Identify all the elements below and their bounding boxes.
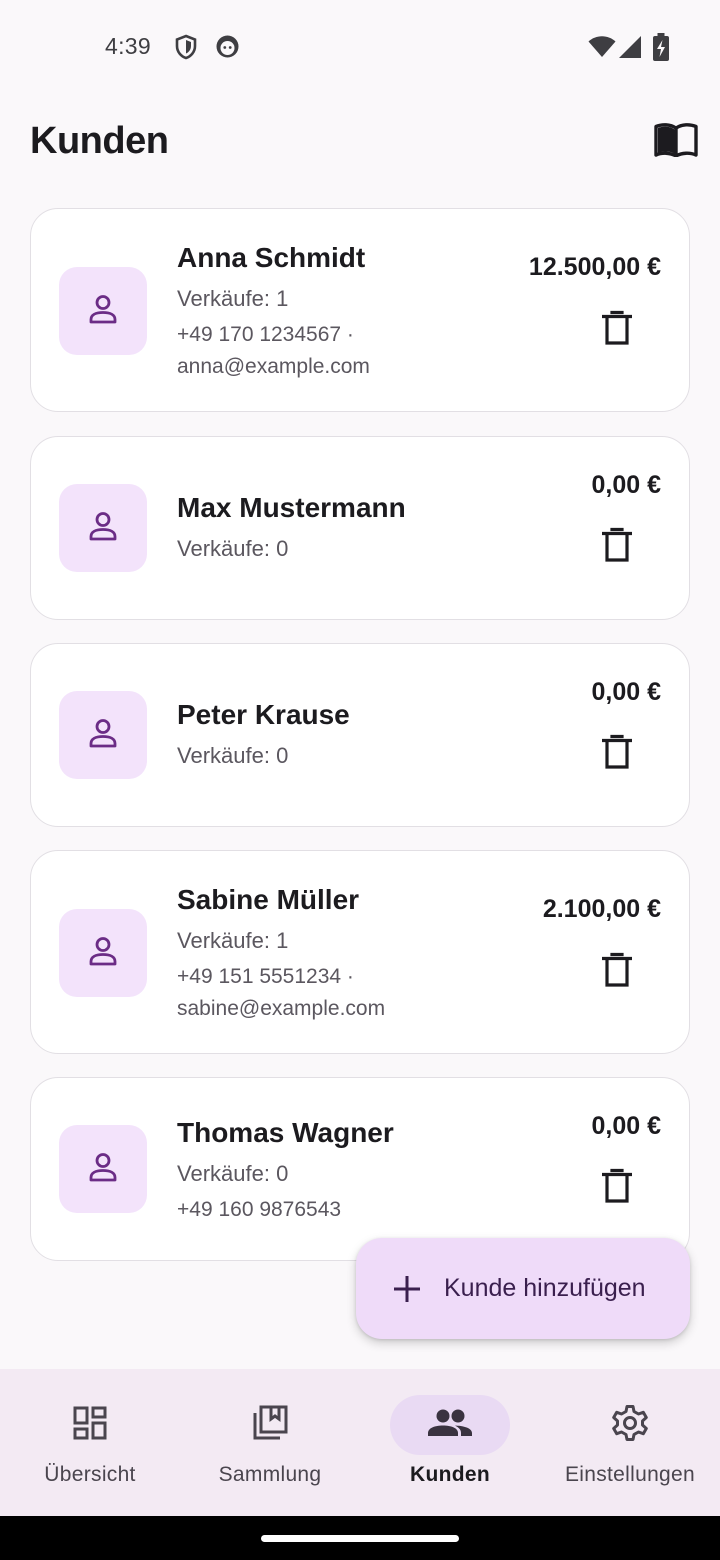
person-icon xyxy=(85,1149,121,1190)
customer-contact-line: +49 151 5551234 · xyxy=(177,965,354,988)
bottom-navigation: Übersicht Sammlung Kunden Einstellungen xyxy=(0,1369,720,1516)
customer-contact-line: +49 160 9876543 xyxy=(177,1198,342,1221)
customer-info: Max Mustermann Verkäufe: 0 xyxy=(177,491,507,563)
customer-contact-line: +49 170 1234567 · xyxy=(177,323,354,346)
nav-item-einstellungen[interactable]: Einstellungen xyxy=(540,1369,720,1516)
book-button[interactable] xyxy=(650,122,702,162)
page-title: Kunden xyxy=(30,120,169,162)
customer-amount: 0,00 € xyxy=(591,1112,661,1140)
app-header: Kunden xyxy=(0,96,720,192)
customer-sales-count: Verkäufe: 0 xyxy=(177,1161,289,1186)
avatar xyxy=(59,691,147,779)
nav-label: Einstellungen xyxy=(565,1463,695,1486)
signal-icon xyxy=(618,35,642,64)
add-customer-label: Kunde hinzufügen xyxy=(444,1274,646,1302)
status-time: 4:39 xyxy=(105,33,151,59)
people-icon xyxy=(428,1408,472,1443)
customer-name: Sabine Müller xyxy=(177,884,360,915)
customer-contact-line: sabine@example.com xyxy=(177,997,386,1020)
customer-card[interactable]: Peter Krause Verkäufe: 0 0,00 € xyxy=(30,643,690,827)
customer-sales-count: Verkäufe: 0 xyxy=(177,743,289,768)
customer-amount: 0,00 € xyxy=(591,678,661,706)
customer-contact-line: anna@example.com xyxy=(177,355,370,378)
customer-name: Peter Krause xyxy=(177,699,350,730)
nav-item-sammlung[interactable]: Sammlung xyxy=(180,1369,360,1516)
trash-icon xyxy=(601,527,633,568)
customer-card[interactable]: Sabine Müller Verkäufe: 1 +49 151 555123… xyxy=(30,850,690,1054)
customer-name: Thomas Wagner xyxy=(177,1117,394,1148)
battery-charging-icon xyxy=(652,33,670,66)
customer-info: Thomas Wagner Verkäufe: 0 +49 160 987654… xyxy=(177,1116,507,1226)
customer-card[interactable]: Anna Schmidt Verkäufe: 1 +49 170 1234567… xyxy=(30,208,690,412)
customer-card[interactable]: Max Mustermann Verkäufe: 0 0,00 € xyxy=(30,436,690,620)
gesture-navigation-area xyxy=(0,1516,720,1560)
nav-label: Sammlung xyxy=(218,1463,322,1486)
settings-icon xyxy=(611,1404,649,1447)
customer-info: Peter Krause Verkäufe: 0 xyxy=(177,698,507,770)
customer-info: Sabine Müller Verkäufe: 1 +49 151 555123… xyxy=(177,883,507,1025)
trash-icon xyxy=(601,952,633,993)
nav-label: Kunden xyxy=(410,1463,490,1486)
trash-icon xyxy=(601,734,633,775)
status-bar: 4:39 xyxy=(0,0,720,96)
customer-info: Anna Schmidt Verkäufe: 1 +49 170 1234567… xyxy=(177,241,507,383)
person-icon xyxy=(85,933,121,974)
delete-customer-button[interactable] xyxy=(597,732,637,776)
customer-amount: 0,00 € xyxy=(591,471,661,499)
customer-contact: +49 151 5551234 · sabine@example.com xyxy=(177,961,507,1025)
nav-item-uebersicht[interactable]: Übersicht xyxy=(0,1369,180,1516)
delete-customer-button[interactable] xyxy=(597,1166,637,1210)
nav-pill xyxy=(210,1395,330,1455)
delete-customer-button[interactable] xyxy=(597,525,637,569)
trash-icon xyxy=(601,310,633,351)
nav-pill xyxy=(570,1395,690,1455)
customer-name: Max Mustermann xyxy=(177,492,406,523)
nav-label: Übersicht xyxy=(44,1463,136,1486)
plus-icon xyxy=(392,1274,422,1304)
customer-amount: 2.100,00 € xyxy=(542,895,661,923)
avatar xyxy=(59,909,147,997)
gesture-handle[interactable] xyxy=(261,1535,459,1542)
customer-sales-count: Verkäufe: 0 xyxy=(177,536,289,561)
customer-sales-count: Verkäufe: 1 xyxy=(177,928,289,953)
person-icon xyxy=(85,508,121,549)
nav-item-kunden[interactable]: Kunden xyxy=(360,1369,540,1516)
shield-icon xyxy=(174,34,198,65)
nav-pill-active xyxy=(390,1395,510,1455)
customer-amount: 12.500,00 € xyxy=(528,253,661,281)
delete-customer-button[interactable] xyxy=(597,308,637,352)
face-icon xyxy=(215,34,240,64)
avatar xyxy=(59,1125,147,1213)
avatar xyxy=(59,484,147,572)
person-icon xyxy=(85,715,121,756)
book-icon xyxy=(654,122,698,162)
customer-name: Anna Schmidt xyxy=(177,242,366,273)
delete-customer-button[interactable] xyxy=(597,950,637,994)
add-customer-button[interactable]: Kunde hinzufügen xyxy=(356,1238,690,1339)
person-icon xyxy=(85,291,121,332)
dashboard-icon xyxy=(72,1405,108,1446)
customer-card[interactable]: Thomas Wagner Verkäufe: 0 +49 160 987654… xyxy=(30,1077,690,1261)
customer-contact: +49 170 1234567 · anna@example.com xyxy=(177,319,507,383)
trash-icon xyxy=(601,1168,633,1209)
nav-pill xyxy=(30,1395,150,1455)
customer-sales-count: Verkäufe: 1 xyxy=(177,286,289,311)
customer-contact: +49 160 9876543 xyxy=(177,1194,507,1226)
collection-icon xyxy=(251,1404,289,1447)
wifi-icon xyxy=(588,36,616,63)
avatar xyxy=(59,267,147,355)
